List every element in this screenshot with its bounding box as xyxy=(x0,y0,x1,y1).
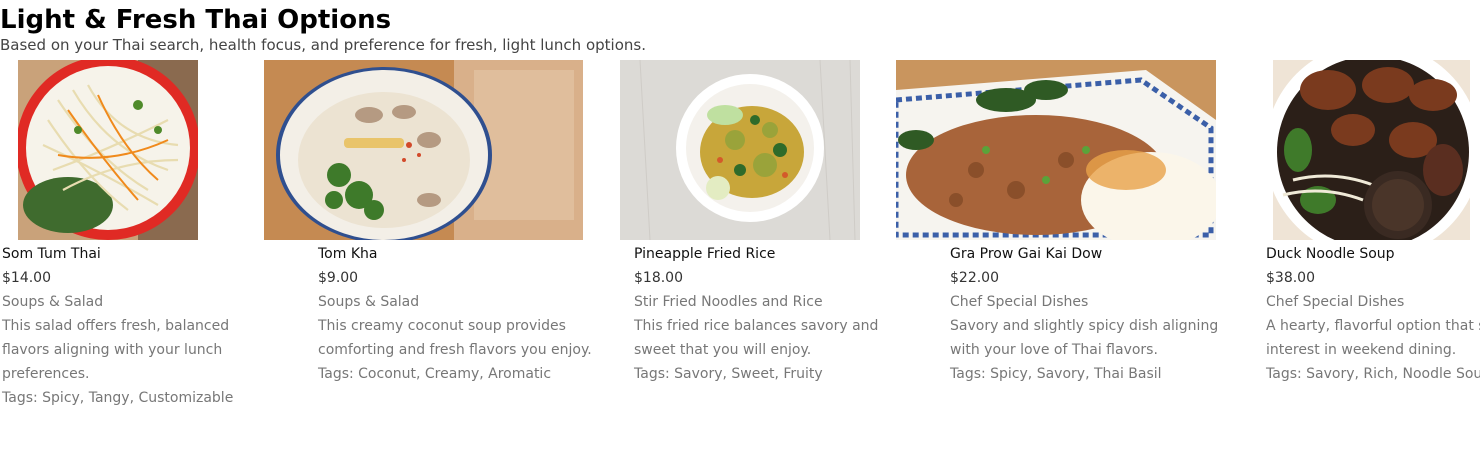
dish-photo[interactable] xyxy=(1273,60,1470,240)
dish-tags: Tags: Spicy, Tangy, Customizable xyxy=(2,390,234,406)
page-title: Light & Fresh Thai Options xyxy=(0,5,392,35)
page-subtitle: Based on your Thai search, health focus,… xyxy=(0,36,646,54)
dish-photo[interactable] xyxy=(264,60,583,240)
dish-category: Chef Special Dishes xyxy=(1266,294,1405,310)
dish-info: Duck Noodle Soup $38.00 Chef Special Dis… xyxy=(1266,242,1480,386)
dish-description: This creamy coconut soup provides comfor… xyxy=(318,318,592,358)
dish-photo[interactable] xyxy=(18,60,198,240)
dish-info: Gra Prow Gai Kai Dow $22.00 Chef Special… xyxy=(950,242,1262,386)
dish-info: Som Tum Thai $14.00 Soups & Salad This s… xyxy=(2,242,314,410)
dish-price: $18.00 xyxy=(634,270,683,286)
dish-description: This fried rice balances savory and swee… xyxy=(634,318,879,358)
dish-tags: Tags: Coconut, Creamy, Aromatic xyxy=(318,366,552,382)
dish-name[interactable]: Pineapple Fried Rice xyxy=(634,242,946,266)
dish-photo[interactable] xyxy=(620,60,860,240)
dish-price: $14.00 xyxy=(2,270,51,286)
dish-tags: Tags: Savory, Rich, Noodle Soup xyxy=(1266,366,1480,382)
dish-name[interactable]: Tom Kha xyxy=(318,242,630,266)
dish-name[interactable]: Som Tum Thai xyxy=(2,242,314,266)
dish-description: This salad offers fresh, balanced flavor… xyxy=(2,318,230,382)
dish-description: Savory and slightly spicy dish aligning … xyxy=(950,318,1219,358)
dish-category: Chef Special Dishes xyxy=(950,294,1089,310)
dish-category: Stir Fried Noodles and Rice xyxy=(634,294,823,310)
dish-photo[interactable] xyxy=(896,60,1216,240)
dish-description: A hearty, flavorful option that suits yo… xyxy=(1266,318,1480,358)
dish-category: Soups & Salad xyxy=(2,294,104,310)
dish-tags: Tags: Spicy, Savory, Thai Basil xyxy=(950,366,1162,382)
dish-info: Tom Kha $9.00 Soups & Salad This creamy … xyxy=(318,242,630,386)
dish-price: $22.00 xyxy=(950,270,999,286)
dish-info: Pineapple Fried Rice $18.00 Stir Fried N… xyxy=(634,242,946,386)
page-header: Light & Fresh Thai Options Based on your… xyxy=(0,4,1480,54)
dish-name[interactable]: Duck Noodle Soup xyxy=(1266,242,1480,266)
dish-tags: Tags: Savory, Sweet, Fruity xyxy=(634,366,823,382)
dish-price: $38.00 xyxy=(1266,270,1315,286)
dish-category: Soups & Salad xyxy=(318,294,420,310)
dish-carousel[interactable]: Som Tum Thai $14.00 Soups & Salad This s… xyxy=(0,60,1480,456)
dish-name[interactable]: Gra Prow Gai Kai Dow xyxy=(950,242,1262,266)
dish-price: $9.00 xyxy=(318,270,359,286)
